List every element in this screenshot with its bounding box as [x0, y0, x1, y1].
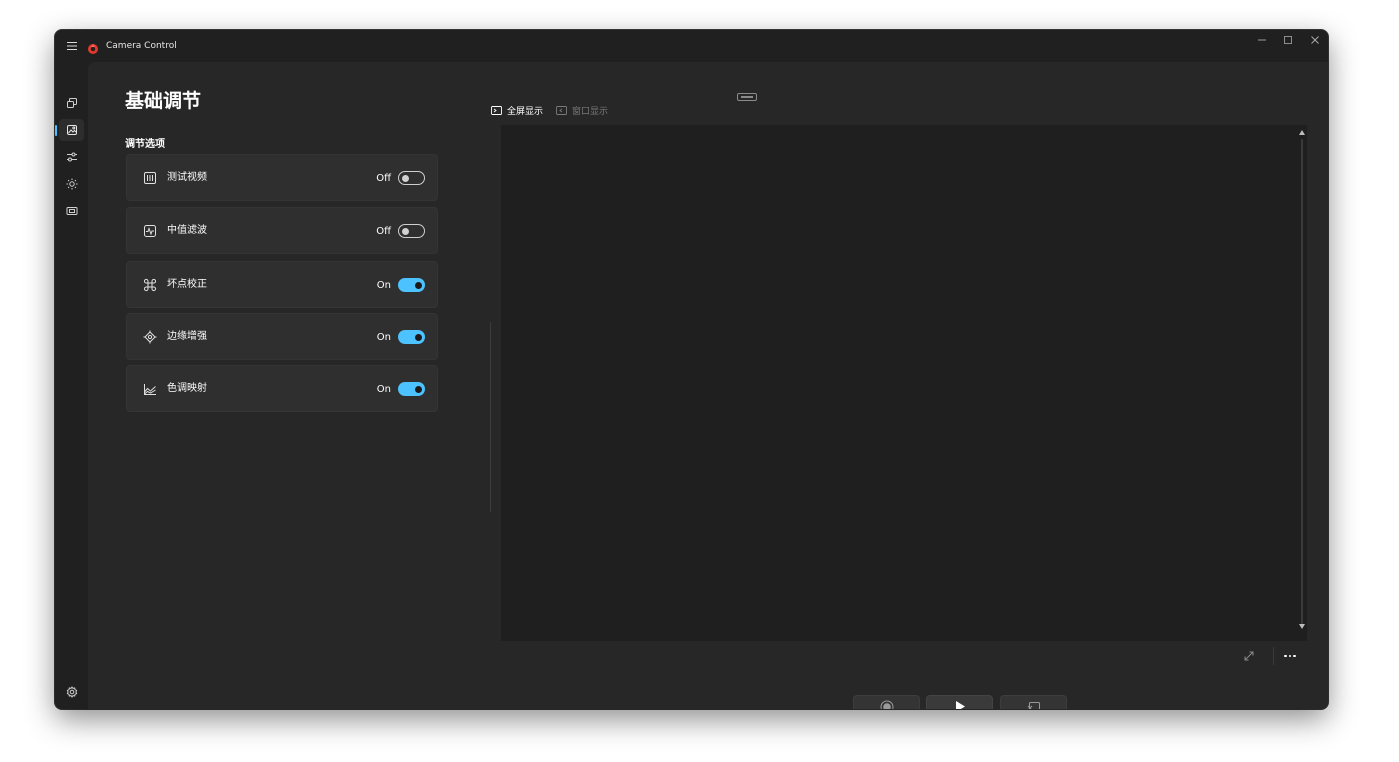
tab-fullscreen-label: 全屏显示 — [507, 106, 544, 117]
active-indicator — [55, 125, 57, 136]
nav-settings[interactable] — [59, 681, 84, 703]
snapshot-icon — [1027, 701, 1040, 709]
option-label: 中值滤波 — [167, 225, 207, 236]
nav-rail — [55, 62, 88, 709]
pane-splitter[interactable] — [490, 322, 491, 512]
content-area: 基础调节 调节选项 测试视频 Off 中值滤波 Off 坏点校正 On 边缘增强… — [88, 62, 1328, 709]
tools-divider — [1273, 647, 1274, 665]
option-state-text: On — [376, 332, 391, 343]
expand-icon — [1244, 651, 1254, 661]
preview-scrollbar[interactable] — [1297, 125, 1307, 641]
expand-button[interactable] — [1241, 648, 1257, 664]
nav-sliders[interactable] — [59, 146, 84, 168]
toggle-knob — [415, 281, 422, 289]
camera-preview[interactable] — [501, 125, 1307, 641]
option-state-text: On — [376, 384, 391, 395]
tab-fullscreen[interactable]: 全屏显示 — [491, 103, 543, 117]
nav-basic-adjust[interactable] — [55, 119, 84, 141]
maximize-icon — [1283, 36, 1292, 44]
close-icon — [1310, 36, 1319, 44]
option-card-bad-pixel-correction: 坏点校正 On — [126, 261, 438, 308]
image-adjust-icon — [66, 125, 77, 135]
app-logo-icon — [87, 40, 99, 54]
play-icon — [955, 701, 965, 709]
more-options-button[interactable] — [1280, 648, 1300, 664]
option-label: 测试视频 — [167, 172, 207, 183]
option-state-text: On — [376, 280, 391, 291]
scroll-down-arrow-icon[interactable] — [1299, 624, 1305, 629]
tone-mapping-toggle[interactable] — [398, 382, 425, 396]
minimize-icon — [1257, 39, 1266, 41]
option-card-tone-mapping: 色调映射 On — [126, 365, 438, 412]
windowed-icon — [556, 105, 567, 115]
option-state-text: Off — [376, 173, 391, 184]
gallery-icon — [66, 98, 77, 108]
maximize-button[interactable] — [1274, 30, 1301, 50]
minimize-button[interactable] — [1248, 30, 1275, 50]
toggle-knob — [415, 333, 422, 341]
record-icon — [880, 700, 893, 709]
sliders-icon — [66, 152, 77, 162]
app-title: Camera Control — [106, 41, 177, 51]
toggle-knob — [402, 174, 409, 182]
tone-chart-icon — [144, 384, 156, 395]
bad-pixel-correction-toggle[interactable] — [398, 278, 425, 292]
option-card-median-filter: 中值滤波 Off — [126, 207, 438, 254]
option-state-text: Off — [376, 226, 391, 237]
more-icon — [1284, 654, 1287, 658]
close-button[interactable] — [1301, 30, 1328, 50]
hamburger-menu-icon[interactable] — [64, 38, 80, 54]
brightness-icon — [66, 178, 77, 190]
section-label: 调节选项 — [125, 139, 165, 150]
option-label: 边缘增强 — [167, 331, 207, 342]
edge-target-icon — [143, 330, 157, 344]
tab-windowed-label: 窗口显示 — [572, 106, 609, 117]
nav-gallery[interactable] — [59, 92, 84, 114]
fullscreen-icon — [491, 105, 502, 115]
app-window: Camera Control 基础调节 调节选项 测试视频 Off 中值滤波 O… — [55, 30, 1328, 709]
median-filter-toggle[interactable] — [398, 224, 425, 238]
toggle-knob — [415, 385, 422, 393]
option-label: 坏点校正 — [167, 279, 207, 290]
more-icon-dot — [1288, 654, 1292, 658]
option-card-test-video: 测试视频 Off — [126, 154, 438, 201]
option-card-edge-enhance: 边缘增强 On — [126, 313, 438, 360]
more-icon-dot — [1293, 654, 1296, 658]
edge-enhance-toggle[interactable] — [398, 330, 425, 344]
option-label: 色调映射 — [167, 383, 207, 394]
test-video-toggle[interactable] — [398, 171, 425, 185]
nav-brightness[interactable] — [59, 173, 84, 195]
snapshot-button[interactable] — [1000, 695, 1067, 709]
record-button[interactable] — [853, 695, 920, 709]
film-frame-icon — [66, 207, 77, 215]
scroll-track[interactable] — [1301, 139, 1303, 625]
command-icon — [143, 278, 157, 292]
nav-film-frame[interactable] — [59, 200, 84, 222]
page-title: 基础调节 — [125, 90, 202, 112]
tab-windowed[interactable]: 窗口显示 — [556, 103, 608, 117]
scroll-up-arrow-icon[interactable] — [1299, 130, 1305, 135]
drag-handle-icon[interactable] — [737, 93, 757, 101]
play-button[interactable] — [926, 695, 993, 709]
toggle-knob — [402, 227, 409, 235]
median-filter-icon — [144, 225, 156, 237]
test-video-icon — [144, 172, 156, 184]
settings-gear-icon — [66, 686, 77, 698]
title-bar[interactable]: Camera Control — [55, 30, 1328, 62]
